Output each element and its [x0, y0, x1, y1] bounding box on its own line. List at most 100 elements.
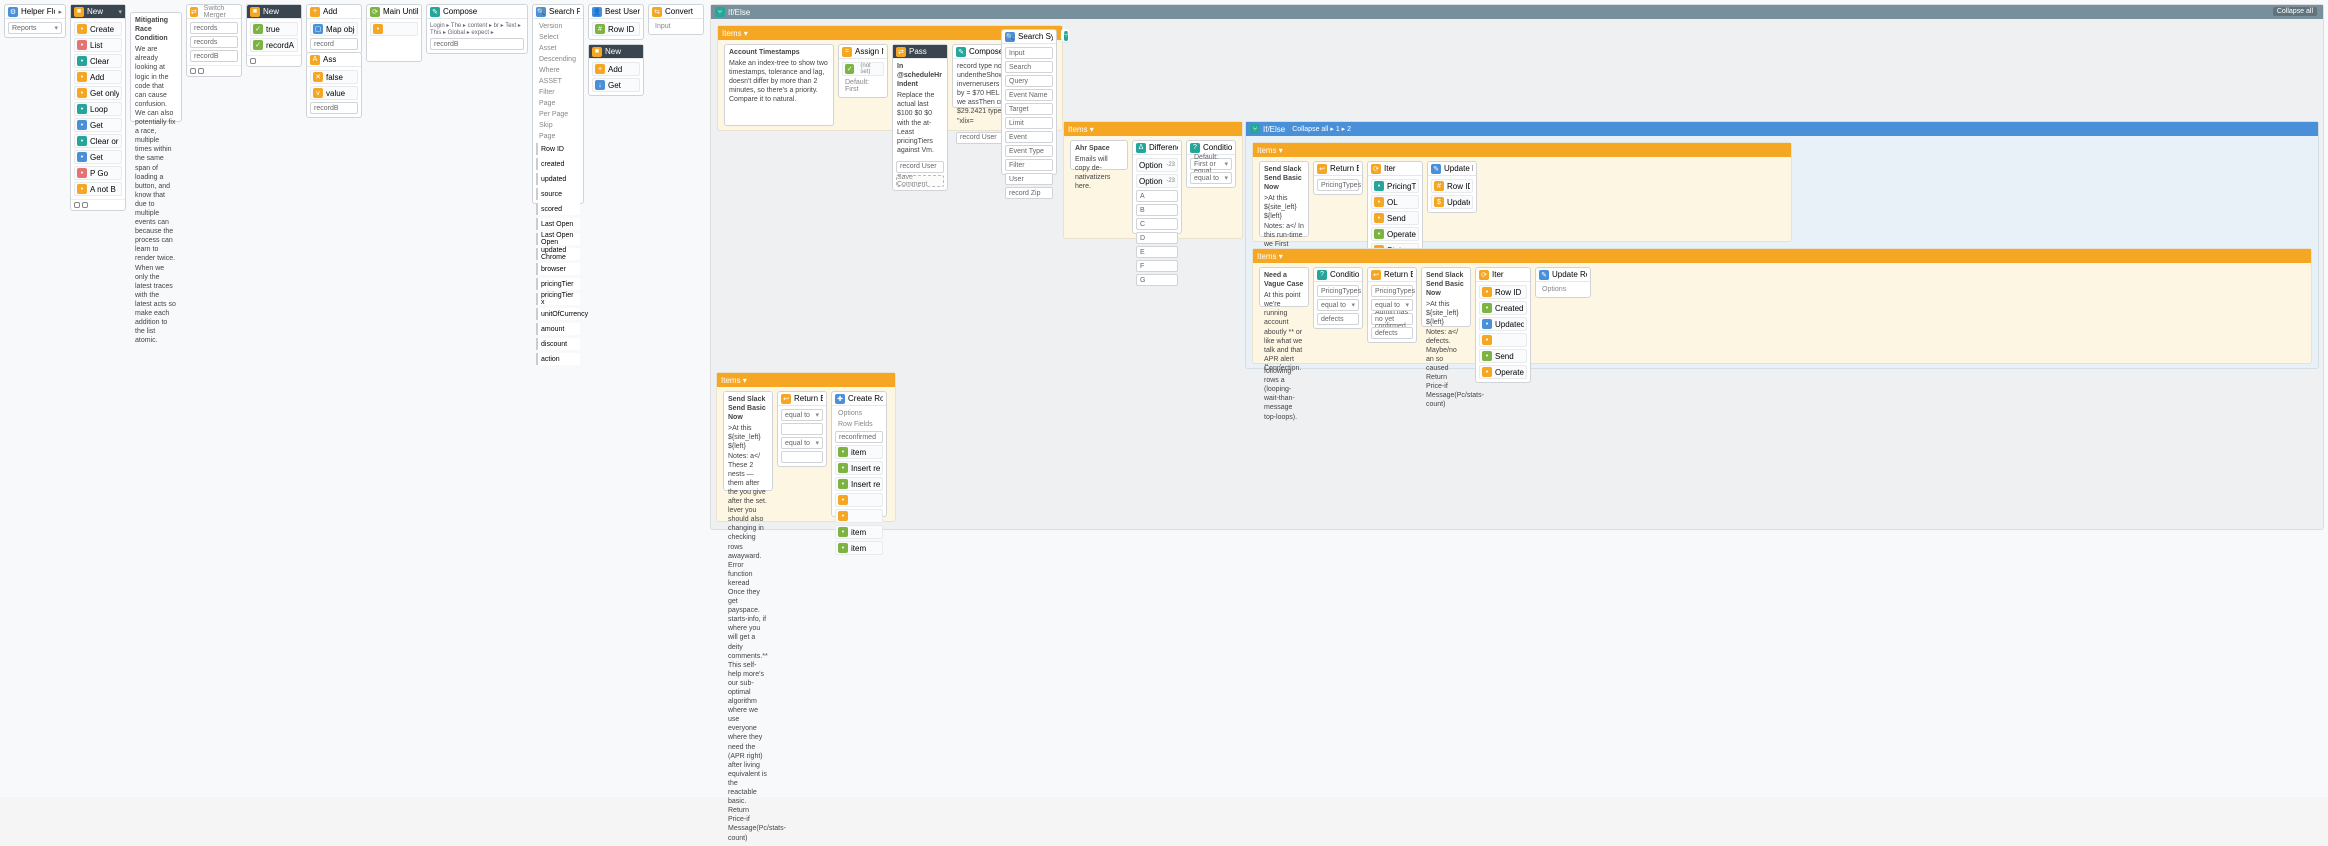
ret-field[interactable]: equal to	[1371, 299, 1413, 311]
difference-node[interactable]: ΔDifference Optional-23Optional-23ABCDEF…	[1132, 140, 1182, 234]
return-error-a-node[interactable]: ↩Return Error If PricingTypes	[1313, 161, 1363, 195]
empty-row[interactable]: •	[370, 22, 418, 36]
list-item[interactable]: source	[536, 188, 580, 200]
list-item[interactable]: •Insert real B	[835, 461, 883, 475]
list-item[interactable]: •Add	[74, 70, 122, 84]
list-item[interactable]: •Row ID	[1479, 285, 1527, 299]
recordB-field[interactable]: recordB	[310, 102, 358, 114]
list-item[interactable]: scored	[536, 203, 580, 215]
helper-flow-node[interactable]: ⚙Helper Flow▸ Reports	[4, 4, 66, 38]
ass-node[interactable]: AAss ✕false vvalue recordB	[306, 52, 362, 118]
map-object-row[interactable]: ▢Map object	[310, 22, 358, 36]
caret-icon[interactable]: ▸	[58, 8, 62, 16]
list-item[interactable]: •Operate	[1371, 227, 1419, 241]
search-system-logs-node[interactable]: 🔍Search System Logs InputSearchQueryEven…	[1001, 29, 1057, 175]
search-rows-node[interactable]: 🔍Search Rows VersionSelectAssetDescendin…	[532, 4, 584, 204]
diff-field[interactable]: G	[1136, 274, 1178, 286]
list-item[interactable]: •item	[835, 525, 883, 539]
condition-node[interactable]: ?Condition PricingTypes equal to defects	[1313, 267, 1363, 329]
list-item[interactable]: •Create	[74, 22, 122, 36]
list-item[interactable]: pricingTier x	[536, 293, 580, 305]
list-item[interactable]: discount	[536, 338, 580, 350]
log-field[interactable]: Event Type	[1005, 145, 1053, 157]
log-field[interactable]: User	[1005, 173, 1053, 185]
save-comment-btn[interactable]: Save Comment	[896, 175, 944, 187]
port[interactable]	[198, 68, 204, 74]
list-item[interactable]: •	[1479, 333, 1527, 347]
list-item[interactable]: updated Chrome	[536, 248, 580, 260]
list-item[interactable]: Last Open	[536, 218, 580, 230]
diff-field[interactable]: E	[1136, 246, 1178, 258]
list-item[interactable]: •Get	[74, 118, 122, 132]
list-item[interactable]: •PricingTypes	[1371, 179, 1419, 193]
diff-row[interactable]: Optional-23	[1136, 174, 1178, 188]
cond-field[interactable]: equal to	[1317, 299, 1359, 311]
return-error-b-node[interactable]: ↩Return Error If PricingTypes equal to A…	[1367, 267, 1417, 343]
list-item[interactable]: action	[536, 353, 580, 365]
list-item[interactable]: created	[536, 158, 580, 170]
update-row-node-1[interactable]: ✎Update Row #Row ID $Updated Currency	[1427, 161, 1477, 213]
log-field[interactable]: Event	[1005, 131, 1053, 143]
list-item[interactable]: amount	[536, 323, 580, 335]
list-item[interactable]: •Insert real B	[835, 477, 883, 491]
log-field[interactable]: Search	[1005, 61, 1053, 73]
caret-icon[interactable]: ▾	[118, 8, 122, 16]
list-item[interactable]: •	[835, 509, 883, 523]
log-field[interactable]: record Zip	[1005, 187, 1053, 199]
diff-field[interactable]: C	[1136, 218, 1178, 230]
list-item[interactable]: •item	[835, 445, 883, 459]
recordB-field[interactable]: recordB	[430, 38, 524, 50]
list-item[interactable]: •Clear or drag for a flower	[74, 134, 122, 148]
convert-node[interactable]: ⇆Convert Input	[648, 4, 704, 35]
port[interactable]	[190, 68, 196, 74]
list-item[interactable]: •OL	[1371, 195, 1419, 209]
list-item[interactable]: Last Open Open	[536, 233, 580, 245]
pass-indent-node[interactable]: ⇄Pass In @scheduleHr IndentReplace the a…	[892, 44, 948, 191]
ret-field[interactable]: equal to	[781, 437, 823, 449]
ifelse-chip[interactable]: ⑂If/Else	[1061, 29, 1069, 41]
record-field[interactable]: record	[310, 38, 358, 50]
record-user-field[interactable]: record User	[896, 161, 944, 173]
cond-field[interactable]: equal to	[1190, 172, 1232, 184]
rowid-row[interactable]: #Row ID	[1431, 179, 1473, 193]
list-item[interactable]: •Updated Id	[1479, 317, 1527, 331]
row-value[interactable]: vvalue	[310, 86, 358, 100]
return-error-bottom-node[interactable]: ↩Return Error If equal to equal to	[777, 391, 827, 467]
log-field[interactable]: Input	[1005, 47, 1053, 59]
ret-field[interactable]	[781, 423, 823, 435]
list-item[interactable]: •A not B	[74, 182, 122, 196]
helper-select[interactable]: Reports	[8, 22, 62, 34]
ret-field[interactable]: defects	[1371, 327, 1413, 339]
list-item[interactable]: Row ID	[536, 143, 580, 155]
list-item[interactable]: •List	[74, 38, 122, 52]
list-item[interactable]: browser	[536, 263, 580, 275]
assign-if-node[interactable]: =Assign If ✓now(not set) Default: First	[838, 44, 888, 98]
create-row-node[interactable]: ✚Create Row Options Row Fields reconfirm…	[831, 391, 887, 517]
log-field[interactable]: Target	[1005, 103, 1053, 115]
list-item[interactable]: •Loop	[74, 102, 122, 116]
cond-field[interactable]: defects	[1317, 313, 1359, 325]
list-item[interactable]: •Get only the text	[74, 86, 122, 100]
port-out[interactable]	[82, 202, 88, 208]
condition-2-node[interactable]: ?Condition 2 Default: First or equal equ…	[1186, 140, 1236, 188]
ret-field[interactable]: PricingTypes	[1371, 285, 1413, 297]
diff-field[interactable]: D	[1136, 232, 1178, 244]
field[interactable]: records	[190, 36, 238, 48]
compose-node[interactable]: ✎Compose Login ▸ The ▸ content ▸ br ▸ Te…	[426, 4, 528, 54]
new-node-b[interactable]: ■New ✓true ✓recordA	[246, 4, 302, 67]
update-row-node-2[interactable]: ✎Update Row Options	[1535, 267, 1591, 298]
iter-node-2[interactable]: ⟳Iter •Row ID•Created Id•Updated Id••Sen…	[1475, 267, 1531, 383]
row-recordA[interactable]: ✓recordA	[250, 38, 298, 52]
port[interactable]	[250, 58, 256, 64]
ret-field[interactable]	[781, 451, 823, 463]
crumb[interactable]: Collapse all ▸ 1 ▸ 2	[1292, 125, 1351, 133]
new-node-a[interactable]: ■New▾ •Create•List•Clear•Add•Get only th…	[70, 4, 126, 211]
diff-row[interactable]: Optional-23	[1136, 158, 1178, 172]
row-add[interactable]: +Add	[592, 62, 640, 76]
currency-row[interactable]: $Updated Currency	[1431, 195, 1473, 209]
field[interactable]: recordB	[190, 50, 238, 62]
log-field[interactable]: Query	[1005, 75, 1053, 87]
ret-field[interactable]: equal to	[781, 409, 823, 421]
new-node-c[interactable]: ■New +Add ↓Get	[588, 44, 644, 96]
now-row[interactable]: ✓now(not set)	[842, 62, 884, 76]
